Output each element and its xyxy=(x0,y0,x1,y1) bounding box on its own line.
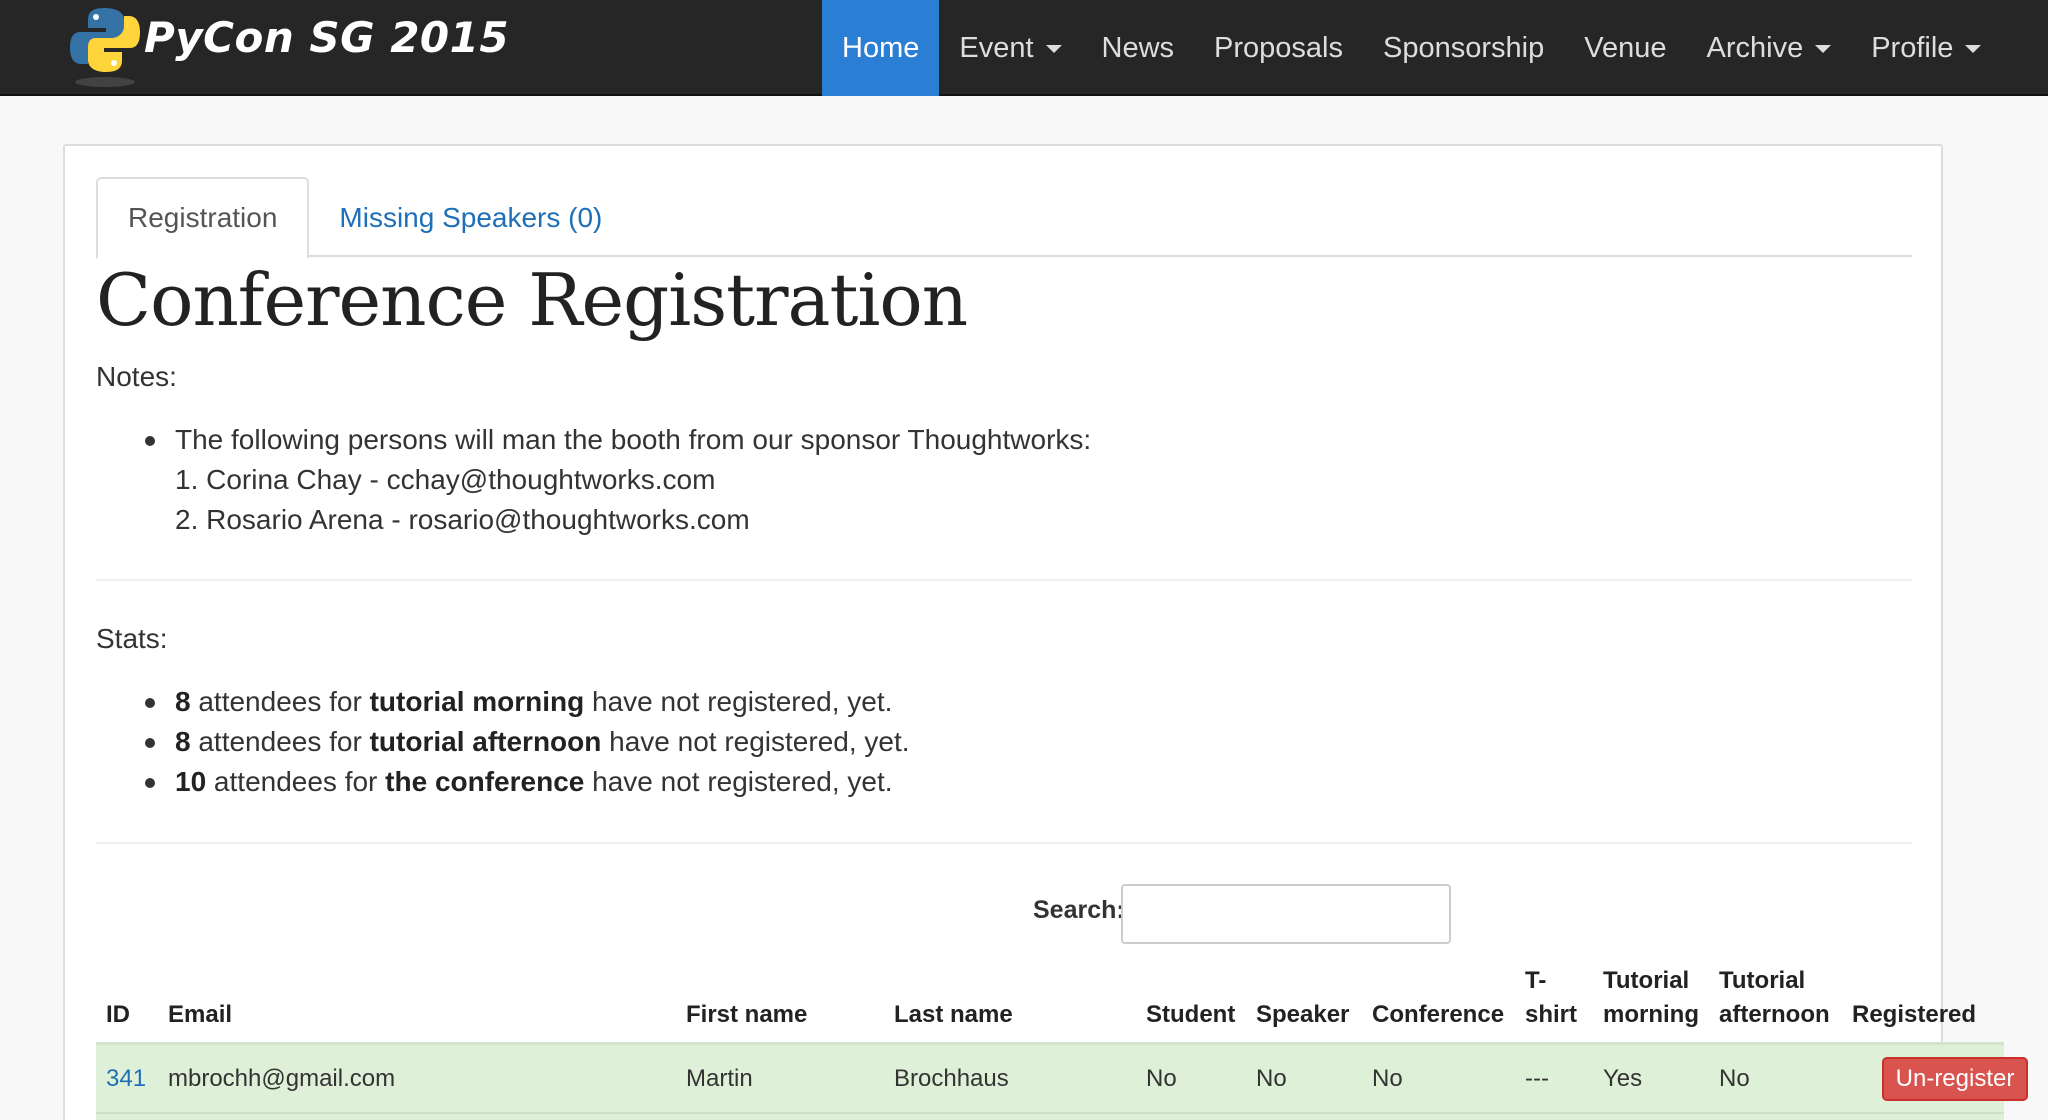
header-tutorial-afternoon-line2: afternoon xyxy=(1719,1001,1830,1028)
header-registered[interactable]: Registered xyxy=(1852,998,1976,1032)
tab-bar: Registration Missing Speakers (0) xyxy=(96,177,1912,259)
nav-home[interactable]: Home xyxy=(822,0,940,96)
header-speaker[interactable]: Speaker xyxy=(1256,998,1349,1032)
header-tshirt-line1: T- xyxy=(1525,967,1547,994)
header-tutorial-afternoon-line1: Tutorial xyxy=(1719,967,1806,994)
stat-text: attendees for xyxy=(190,726,370,757)
stat-item: 8 attendees for tutorial afternoon have … xyxy=(145,722,910,762)
cell-tutorial-morning: Yes xyxy=(1603,1065,1643,1092)
page-title: Conference Registration xyxy=(96,258,968,342)
nav-event-label: Event xyxy=(959,31,1034,64)
tab-registration-label: Registration xyxy=(128,202,278,233)
table-row xyxy=(96,1112,2004,1120)
cell-speaker: No xyxy=(1256,1065,1287,1092)
header-tshirt[interactable]: T-shirt xyxy=(1525,964,1577,1032)
brand-title[interactable]: PyCon SG 2015 xyxy=(144,13,509,62)
chevron-down-icon xyxy=(1045,45,1062,53)
cell-email: mbrochh@gmail.com xyxy=(168,1065,396,1092)
stats-list: 8 attendees for tutorial morning have no… xyxy=(145,682,910,802)
stat-target: tutorial morning xyxy=(369,686,585,717)
cell-first-name: Martin xyxy=(686,1065,753,1092)
header-id[interactable]: ID xyxy=(106,998,130,1032)
cell-student: No xyxy=(1146,1065,1177,1092)
nav-archive-label: Archive xyxy=(1706,31,1804,64)
booth-person-1: 1. Corina Chay - cchay@thoughtworks.com xyxy=(175,464,716,495)
stat-text: attendees for xyxy=(190,686,370,717)
header-last-name[interactable]: Last name xyxy=(894,998,1013,1032)
stat-item: 8 attendees for tutorial morning have no… xyxy=(145,682,910,722)
nav-news-label: News xyxy=(1101,31,1175,64)
header-first-name[interactable]: First name xyxy=(686,998,807,1032)
brand-link[interactable]: PyCon SG 2015 xyxy=(68,2,509,90)
python-logo-icon xyxy=(68,2,142,90)
nav-archive[interactable]: Archive xyxy=(1687,0,1852,96)
stat-count: 8 xyxy=(175,686,191,717)
stat-item: 10 attendees for the conference have not… xyxy=(145,762,910,802)
nav-news[interactable]: News xyxy=(1082,0,1195,96)
tab-registration[interactable]: Registration xyxy=(96,177,310,259)
nav-event[interactable]: Event xyxy=(939,0,1081,96)
nav-venue-label: Venue xyxy=(1584,31,1667,64)
header-tutorial-morning-line2: morning xyxy=(1603,1001,1699,1028)
header-email[interactable]: Email xyxy=(168,998,232,1032)
booth-person-2: 2. Rosario Arena - rosario@thoughtworks.… xyxy=(175,504,750,535)
nav-profile[interactable]: Profile xyxy=(1851,0,2001,96)
top-navbar: PyCon SG 2015 Home Event News Proposals … xyxy=(0,0,2048,96)
content-panel: Registration Missing Speakers (0) Confer… xyxy=(63,144,2028,1120)
search-input[interactable] xyxy=(1121,884,1451,944)
attendee-id-link[interactable]: 341 xyxy=(106,1065,146,1093)
stat-text: attendees for xyxy=(206,766,386,797)
stat-text: have not registered, yet. xyxy=(584,686,893,717)
notes-bullet: The following persons will man the booth… xyxy=(145,420,1091,460)
table-row: 341 mbrochh@gmail.com Martin Brochhaus N… xyxy=(96,1042,2028,1112)
header-student[interactable]: Student xyxy=(1146,998,1235,1032)
header-tutorial-morning-line1: Tutorial xyxy=(1603,967,1690,994)
cell-last-name: Brochhaus xyxy=(894,1065,1009,1092)
nav-venue[interactable]: Venue xyxy=(1564,0,1686,96)
stat-target: tutorial afternoon xyxy=(369,726,602,757)
chevron-down-icon xyxy=(1965,45,1982,53)
tab-missing-speakers-label: Missing Speakers (0) xyxy=(339,202,603,233)
nav-home-label: Home xyxy=(842,31,920,64)
stat-count: 8 xyxy=(175,726,191,757)
main-nav: Home Event News Proposals Sponsorship Ve… xyxy=(822,0,2001,96)
cell-conference: No xyxy=(1372,1065,1403,1092)
cell-tshirt: --- xyxy=(1525,1065,1549,1092)
cell-tutorial-afternoon: No xyxy=(1719,1065,1750,1092)
divider xyxy=(96,842,1912,844)
header-tutorial-afternoon[interactable]: Tutorial afternoon xyxy=(1719,964,1830,1032)
notes-list: The following persons will man the booth… xyxy=(145,420,1091,540)
nav-sponsorship[interactable]: Sponsorship xyxy=(1363,0,1564,96)
stat-text: have not registered, yet. xyxy=(584,766,893,797)
unregister-button[interactable]: Un-register xyxy=(1882,1057,2028,1101)
chevron-down-icon xyxy=(1815,45,1832,53)
nav-proposals-label: Proposals xyxy=(1214,31,1344,64)
nav-proposals[interactable]: Proposals xyxy=(1194,0,1363,96)
tab-missing-speakers[interactable]: Missing Speakers (0) xyxy=(309,177,632,259)
header-conference[interactable]: Conference xyxy=(1372,998,1504,1032)
stat-text: have not registered, yet. xyxy=(601,726,910,757)
header-tshirt-line2: shirt xyxy=(1525,1001,1578,1028)
divider xyxy=(96,579,1912,581)
notes-label: Notes: xyxy=(96,361,177,392)
stats-label: Stats: xyxy=(96,623,168,654)
search-label: Search: xyxy=(1033,896,1125,924)
header-tutorial-morning[interactable]: Tutorial morning xyxy=(1603,964,1699,1032)
stat-target: the conference xyxy=(385,766,585,797)
nav-profile-label: Profile xyxy=(1871,31,1954,64)
nav-sponsorship-label: Sponsorship xyxy=(1383,31,1545,64)
stat-count: 10 xyxy=(175,766,207,797)
